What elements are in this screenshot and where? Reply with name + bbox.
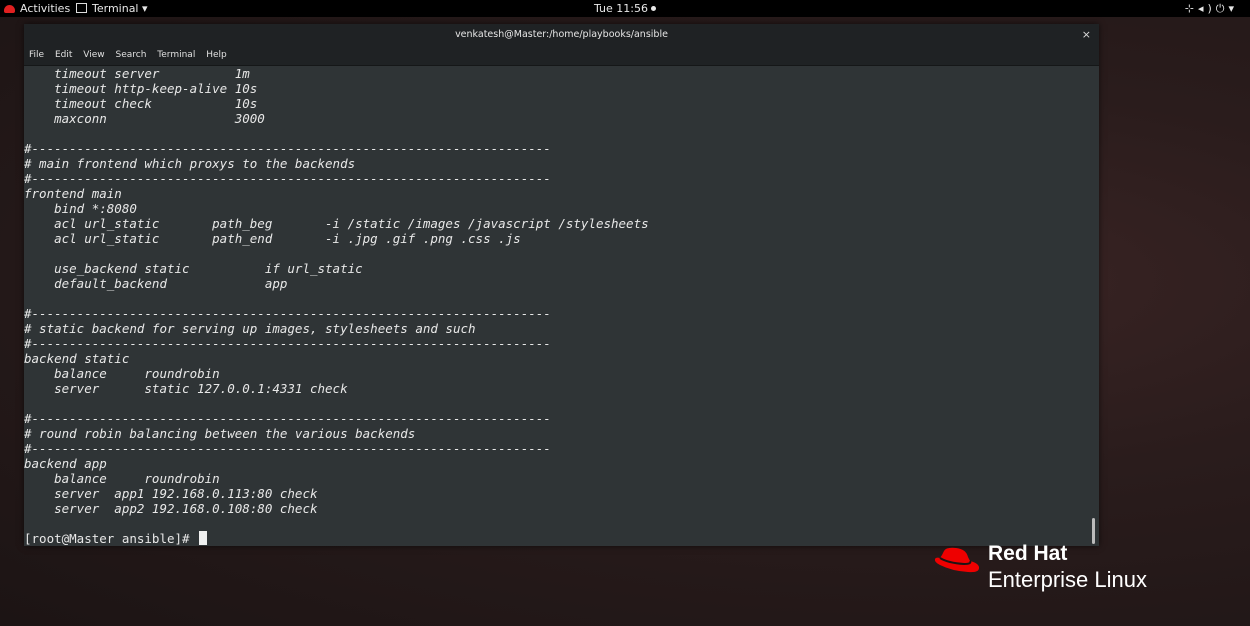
terminal-line: # round robin balancing between the vari… (24, 426, 416, 441)
terminal-line: # main frontend which proxys to the back… (24, 156, 356, 171)
terminal-line: #---------------------------------------… (24, 141, 551, 156)
clipboard-icon: ▾ (1228, 2, 1238, 15)
volume-icon: ◂) (1197, 2, 1216, 15)
terminal-line: #---------------------------------------… (24, 171, 551, 186)
brand-line-1: Red Hat (988, 542, 1068, 565)
brand-line-2: Enterprise Linux (988, 567, 1147, 592)
terminal-output[interactable]: timeout server 1m timeout http-keep-aliv… (24, 66, 1084, 546)
terminal-line: balance roundrobin (24, 471, 220, 486)
system-menu[interactable]: ⊹◂)⏻▾ (1185, 0, 1238, 17)
menu-edit[interactable]: Edit (55, 50, 72, 60)
terminal-line: acl url_static path_end -i .jpg .gif .pn… (24, 231, 521, 246)
menu-help[interactable]: Help (206, 50, 227, 60)
menu-search[interactable]: Search (115, 50, 146, 60)
terminal-line: server app2 192.168.0.108:80 check (24, 501, 318, 516)
notification-dot-icon (651, 6, 656, 11)
terminal-line: maxconn 3000 (24, 111, 265, 126)
power-icon: ⏻ (1215, 2, 1229, 15)
close-icon[interactable]: × (1082, 24, 1091, 46)
clock[interactable]: Tue 11:56 (0, 0, 1250, 17)
redhat-logo-icon (934, 547, 980, 573)
terminal-window: venkatesh@Master:/home/playbooks/ansible… (24, 24, 1099, 546)
window-title: venkatesh@Master:/home/playbooks/ansible (455, 29, 668, 40)
terminal-line: frontend main (24, 186, 122, 201)
terminal-line: # static backend for serving up images, … (24, 321, 476, 336)
terminal-line: default_backend app (24, 276, 288, 291)
terminal-line: bind *:8080 (24, 201, 137, 216)
menu-file[interactable]: File (29, 50, 44, 60)
terminal-line: backend app (24, 456, 107, 471)
terminal-line: timeout server 1m (24, 66, 250, 81)
terminal-line: server static 127.0.0.1:4331 check (24, 381, 348, 396)
redhat-logo: Red Hat Enterprise Linux (934, 541, 1250, 601)
menu-terminal[interactable]: Terminal (157, 50, 195, 60)
menu-bar: File Edit View Search Terminal Help (24, 46, 1099, 66)
top-bar: Activities Terminal ▾ Tue 11:56 ⊹◂)⏻▾ (0, 0, 1250, 17)
menu-view[interactable]: View (83, 50, 104, 60)
terminal-line: #---------------------------------------… (24, 411, 551, 426)
shell-prompt: [root@Master ansible]# (24, 531, 1084, 546)
terminal-line: backend static (24, 351, 130, 366)
window-titlebar[interactable]: venkatesh@Master:/home/playbooks/ansible… (24, 24, 1099, 46)
terminal-line: #---------------------------------------… (24, 336, 551, 351)
terminal-line: #---------------------------------------… (24, 441, 551, 456)
network-icon: ⊹ (1184, 2, 1198, 15)
terminal-line: acl url_static path_beg -i /static /imag… (24, 216, 649, 231)
terminal-line: timeout check 10s (24, 96, 258, 111)
text-cursor (199, 531, 208, 545)
terminal-line: timeout http-keep-alive 10s (24, 81, 258, 96)
terminal-line: balance roundrobin (24, 366, 220, 381)
terminal-line: server app1 192.168.0.113:80 check (24, 486, 318, 501)
terminal-line: use_backend static if url_static (24, 261, 363, 276)
prompt-text: [root@Master ansible]# (24, 531, 198, 546)
terminal-line: #---------------------------------------… (24, 306, 551, 321)
clock-label: Tue 11:56 (594, 2, 648, 15)
